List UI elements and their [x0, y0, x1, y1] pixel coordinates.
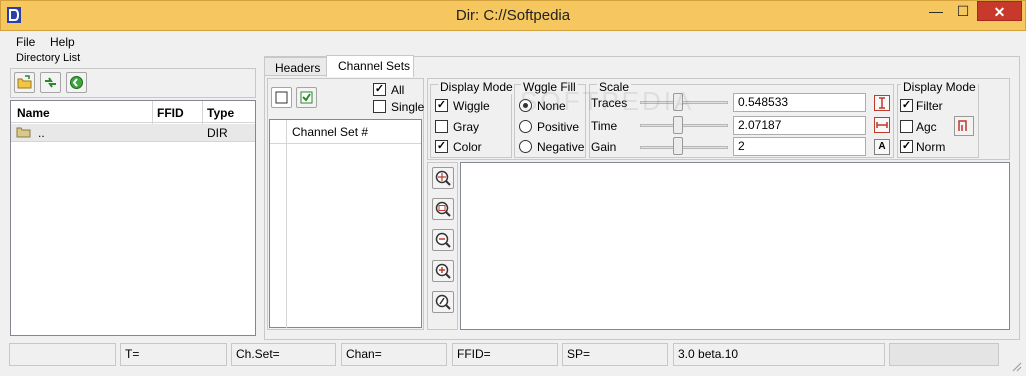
refresh-button[interactable] — [40, 72, 61, 93]
negative-radio[interactable] — [519, 140, 532, 153]
tab-channel-sets-label: Channel Sets — [338, 59, 411, 73]
waveform-icon — [958, 120, 967, 131]
maximize-button[interactable]: ☐ — [950, 1, 976, 21]
traces-button[interactable] — [874, 95, 890, 111]
column-header-name[interactable]: Name — [17, 106, 50, 120]
all-label: All — [391, 83, 405, 97]
status-progress — [889, 343, 999, 366]
menu-help[interactable]: Help — [50, 35, 75, 49]
time-label: Time — [591, 119, 618, 133]
positive-label: Positive — [537, 120, 580, 134]
channel-set-column-header[interactable]: Channel Set # — [292, 125, 368, 139]
check-all-icon — [300, 91, 313, 104]
wiggle-checkbox[interactable]: ✓ — [435, 99, 448, 112]
menu-bar — [0, 31, 1026, 51]
column-divider — [286, 120, 287, 328]
column-header-ffid[interactable]: FFID — [157, 106, 184, 120]
status-channel: Chan= — [341, 343, 447, 366]
status-trace: T= — [120, 343, 227, 366]
status-version: 3.0 beta.10 — [673, 343, 885, 366]
color-checkbox[interactable]: ✓ — [435, 140, 448, 153]
zoom-window-icon — [435, 201, 451, 217]
zoom-reset-icon — [435, 294, 451, 310]
open-folder-icon — [17, 75, 32, 89]
horizontal-arrows-icon — [876, 122, 888, 128]
channel-set-list[interactable] — [269, 119, 422, 328]
gain-auto-button[interactable]: A — [874, 139, 890, 155]
negative-label: Negative — [537, 140, 585, 154]
gain-input[interactable]: 2 — [733, 137, 866, 156]
zoom-window-button[interactable] — [432, 198, 454, 220]
single-label: Single — [391, 100, 425, 114]
zoom-reset-button[interactable] — [432, 291, 454, 313]
time-input[interactable]: 2.07187 — [733, 116, 866, 135]
open-folder-button[interactable] — [14, 72, 35, 93]
select-none-button[interactable] — [271, 87, 292, 108]
zoom-fit-button[interactable] — [432, 167, 454, 189]
go-button[interactable] — [66, 72, 87, 93]
directory-list-label: Directory List — [16, 52, 81, 64]
display-mode-right-label: Display Mode — [901, 80, 978, 94]
traces-input[interactable]: 0.548533 — [733, 93, 866, 112]
filter-label: Filter — [916, 99, 943, 113]
time-slider-track — [640, 124, 728, 127]
gain-label: Gain — [591, 140, 617, 154]
row-type: DIR — [207, 126, 228, 140]
vertical-arrows-icon — [879, 97, 885, 109]
menu-file[interactable]: File — [16, 35, 35, 49]
agc-settings-button[interactable] — [954, 116, 974, 136]
column-header-type[interactable]: Type — [207, 106, 234, 120]
gray-label: Gray — [453, 120, 480, 134]
watermark: SOFTPEDIA — [520, 86, 695, 116]
refresh-icon — [45, 77, 56, 88]
norm-label: Norm — [916, 140, 946, 154]
tab-headers-label: Headers — [275, 61, 321, 75]
gray-checkbox[interactable] — [435, 120, 448, 133]
window-title: Dir: C://Softpedia — [455, 7, 571, 24]
status-channel-set: Ch.Set= — [231, 343, 336, 366]
zoom-out-button[interactable] — [432, 229, 454, 251]
status-sp: SP= — [562, 343, 668, 366]
folder-icon — [16, 127, 31, 138]
wiggle-label: Wiggle — [453, 99, 490, 113]
resize-grip-icon[interactable] — [1010, 360, 1022, 372]
time-slider[interactable] — [673, 116, 683, 134]
agc-checkbox[interactable] — [900, 120, 913, 133]
positive-radio[interactable] — [519, 120, 532, 133]
zoom-in-icon — [435, 263, 451, 279]
zoom-fit-icon — [435, 170, 451, 186]
go-icon — [70, 76, 83, 89]
zoom-in-button[interactable] — [432, 260, 454, 282]
select-all-button[interactable] — [296, 87, 317, 108]
all-checkbox[interactable]: ✓ — [373, 83, 386, 96]
seismic-display-canvas[interactable] — [460, 162, 1010, 330]
status-ffid: FFID= — [452, 343, 558, 366]
time-button[interactable] — [874, 117, 890, 133]
display-mode-label: Display Mode — [438, 80, 515, 94]
close-button[interactable]: ✕ — [977, 1, 1022, 21]
norm-checkbox[interactable]: ✓ — [900, 140, 913, 153]
color-label: Color — [453, 140, 482, 154]
agc-label: Agc — [916, 120, 937, 134]
empty-checkbox-icon — [275, 91, 288, 104]
status-cell-0 — [9, 343, 116, 366]
gain-slider[interactable] — [673, 137, 683, 155]
zoom-out-icon — [435, 232, 451, 248]
filter-checkbox[interactable]: ✓ — [900, 99, 913, 112]
minimize-button[interactable]: — — [923, 1, 949, 21]
gain-slider-track — [640, 146, 728, 149]
row-name: .. — [38, 126, 45, 140]
single-checkbox[interactable] — [373, 100, 386, 113]
